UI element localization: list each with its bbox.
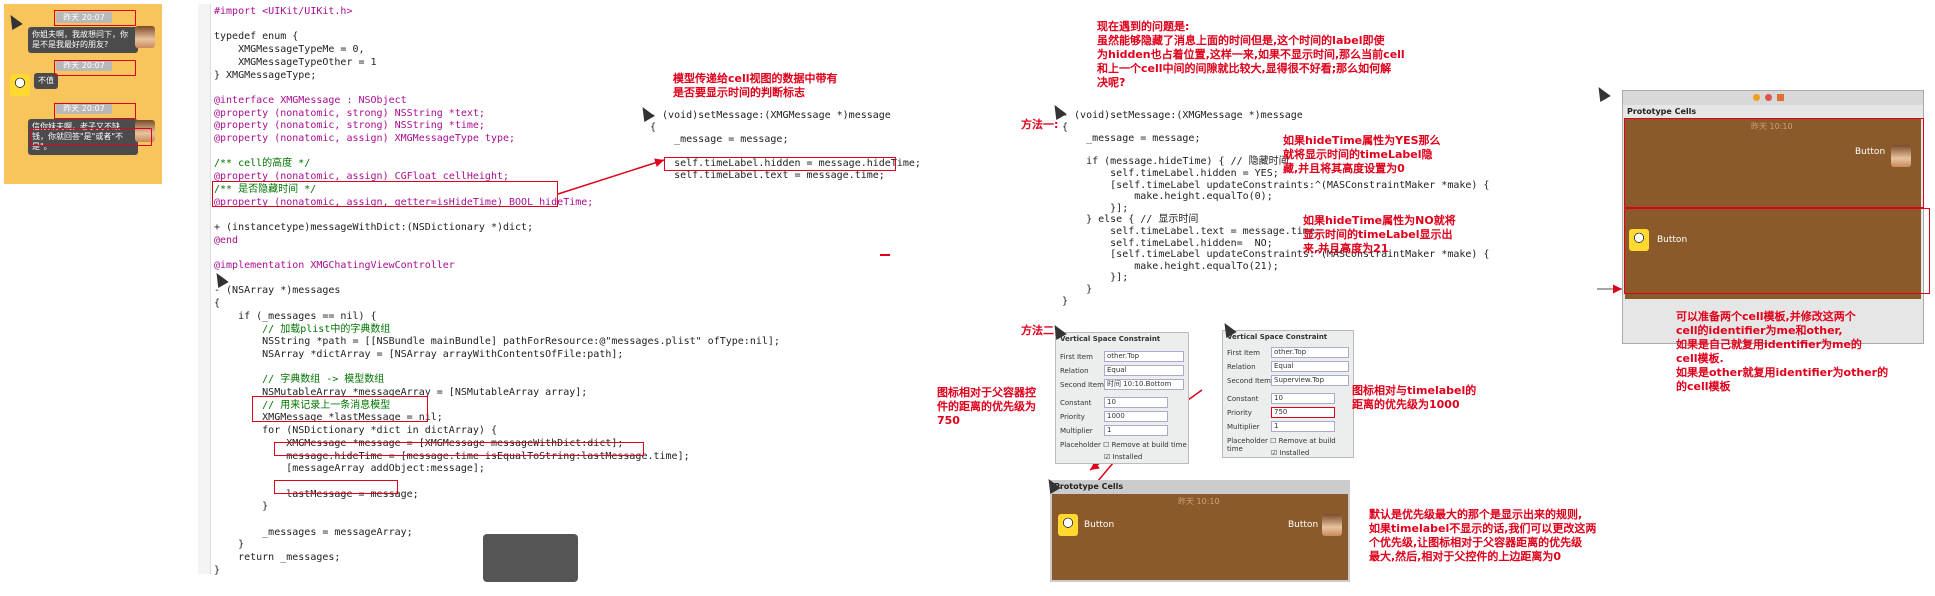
code-line: self.timeLabel.hidden = YES;	[1062, 168, 1279, 179]
code-line: {	[1062, 121, 1069, 133]
label-constant: Constant	[1227, 395, 1259, 403]
note-two-templates: 可以准备两个cell模板,并修改这两个 cell的identifier为me和o…	[1676, 310, 1889, 393]
priority-field[interactable]: 1000	[1104, 411, 1168, 422]
arrow	[557, 158, 665, 195]
method1-label: 方法一:	[1021, 118, 1059, 131]
cell-button-right[interactable]: Button	[1288, 520, 1318, 530]
cell-button-left[interactable]: Button	[1084, 520, 1114, 530]
cell-time-label: 昨天 10:10	[1178, 497, 1220, 506]
code-line: make.height.equalTo(0);	[1062, 191, 1273, 203]
code-line: }	[1062, 284, 1093, 295]
avatar	[1058, 514, 1078, 536]
multiplier-field[interactable]: 1	[1104, 425, 1168, 436]
installed-checkbox[interactable]: ☑ Installed	[1104, 453, 1142, 461]
multiplier-field[interactable]: 1	[1271, 421, 1335, 432]
prototype-cells-title: Prototype Cells	[1627, 107, 1697, 116]
label-multiplier: Multiplier	[1060, 427, 1093, 435]
highlight-box	[1624, 118, 1924, 208]
note-priority-750: 图标相对于父容器控 件的距离的优先级为 750	[937, 386, 1036, 427]
label-priority: Priority	[1227, 409, 1252, 417]
code-line: _message = message;	[1062, 133, 1201, 145]
code-line: [self.timeLabel updateConstraints:^(MASC…	[1062, 179, 1490, 191]
label-relation: Relation	[1227, 363, 1256, 371]
label-relation: Relation	[1060, 367, 1089, 375]
code-line: }];	[1062, 202, 1129, 214]
relation-select[interactable]: Equal	[1104, 365, 1184, 376]
code-line: self.timeLabel.hidden= NO;	[1062, 237, 1273, 249]
note-priority-1000: 图标相对与timelabel的 距离的优先级为1000	[1352, 384, 1477, 411]
first-item-select[interactable]: other.Top	[1271, 347, 1349, 358]
note-hide-no: 如果hideTime属性为NO就将 显示时间的timeLabel显示出 来,并且…	[1303, 214, 1456, 255]
prototype-cells-bottom[interactable]: Prototype Cells 昨天 10:10 Button Button	[1050, 480, 1350, 582]
second-item-select[interactable]: 时间 10:10.Bottom	[1104, 379, 1184, 390]
code-line: make.height.equalTo(21);	[1062, 260, 1279, 272]
panel-title: Vertical Space Constraint	[1060, 335, 1161, 343]
first-item-select[interactable]: other.Top	[1104, 351, 1184, 362]
code-line: }	[1062, 295, 1069, 307]
label-priority: Priority	[1060, 413, 1085, 421]
label-constant: Constant	[1060, 399, 1092, 407]
placeholder-checkbox[interactable]: Placeholder ☐ Remove at build time	[1060, 441, 1187, 449]
label-first-item: First Item	[1060, 353, 1093, 361]
label-multiplier: Multiplier	[1227, 423, 1260, 431]
code-line: self.timeLabel.text = message.time;	[1062, 226, 1321, 237]
red-dash	[880, 254, 890, 256]
code-line: } else { // 显示时间	[1062, 214, 1199, 226]
panel-title: Vertical Space Constraint	[1227, 333, 1328, 341]
code-line: }];	[1062, 272, 1129, 284]
constant-field[interactable]: 10	[1271, 393, 1335, 404]
label-second-item: Second Item	[1227, 377, 1271, 385]
constant-field[interactable]: 10	[1104, 397, 1168, 408]
avatar	[1322, 514, 1342, 536]
installed-checkbox[interactable]: ☑ Installed	[1271, 449, 1309, 457]
note-problem: 现在遇到的问题是: 虽然能够隐藏了消息上面的时间但是,这个时间的label即使 …	[1097, 20, 1405, 89]
note-hide-yes: 如果hideTime属性为YES那么 就将显示时间的timeLabel隐 藏,并…	[1283, 134, 1441, 175]
note-default-priority: 默认是优先级最大的那个是显示出来的规则, 如果timelabel不显示的话,我们…	[1369, 508, 1597, 563]
toolbar-dot-icon	[1753, 94, 1760, 101]
relation-select[interactable]: Equal	[1271, 361, 1349, 372]
toolbar-dot-icon	[1765, 94, 1772, 101]
highlight-box	[1624, 208, 1930, 294]
prototype-cells-title: Prototype Cells	[1054, 482, 1124, 491]
second-item-select[interactable]: Superview.Top	[1271, 375, 1349, 386]
window-toolbar	[1623, 91, 1923, 105]
code-line: if (message.hideTime) { // 隐藏时间	[1062, 156, 1289, 168]
constraint-inspector-1[interactable]: Vertical Space Constraint First Item oth…	[1055, 332, 1189, 464]
constraint-inspector-2[interactable]: Vertical Space Constraint First Item oth…	[1222, 330, 1354, 458]
toolbar-square-icon	[1777, 94, 1784, 101]
label-second-item: Second Item	[1060, 381, 1104, 389]
label-first-item: First Item	[1227, 349, 1260, 357]
code-line: - (void)setMessage:(XMGMessage *)message	[1062, 110, 1303, 121]
priority-field[interactable]: 750	[1271, 407, 1335, 418]
